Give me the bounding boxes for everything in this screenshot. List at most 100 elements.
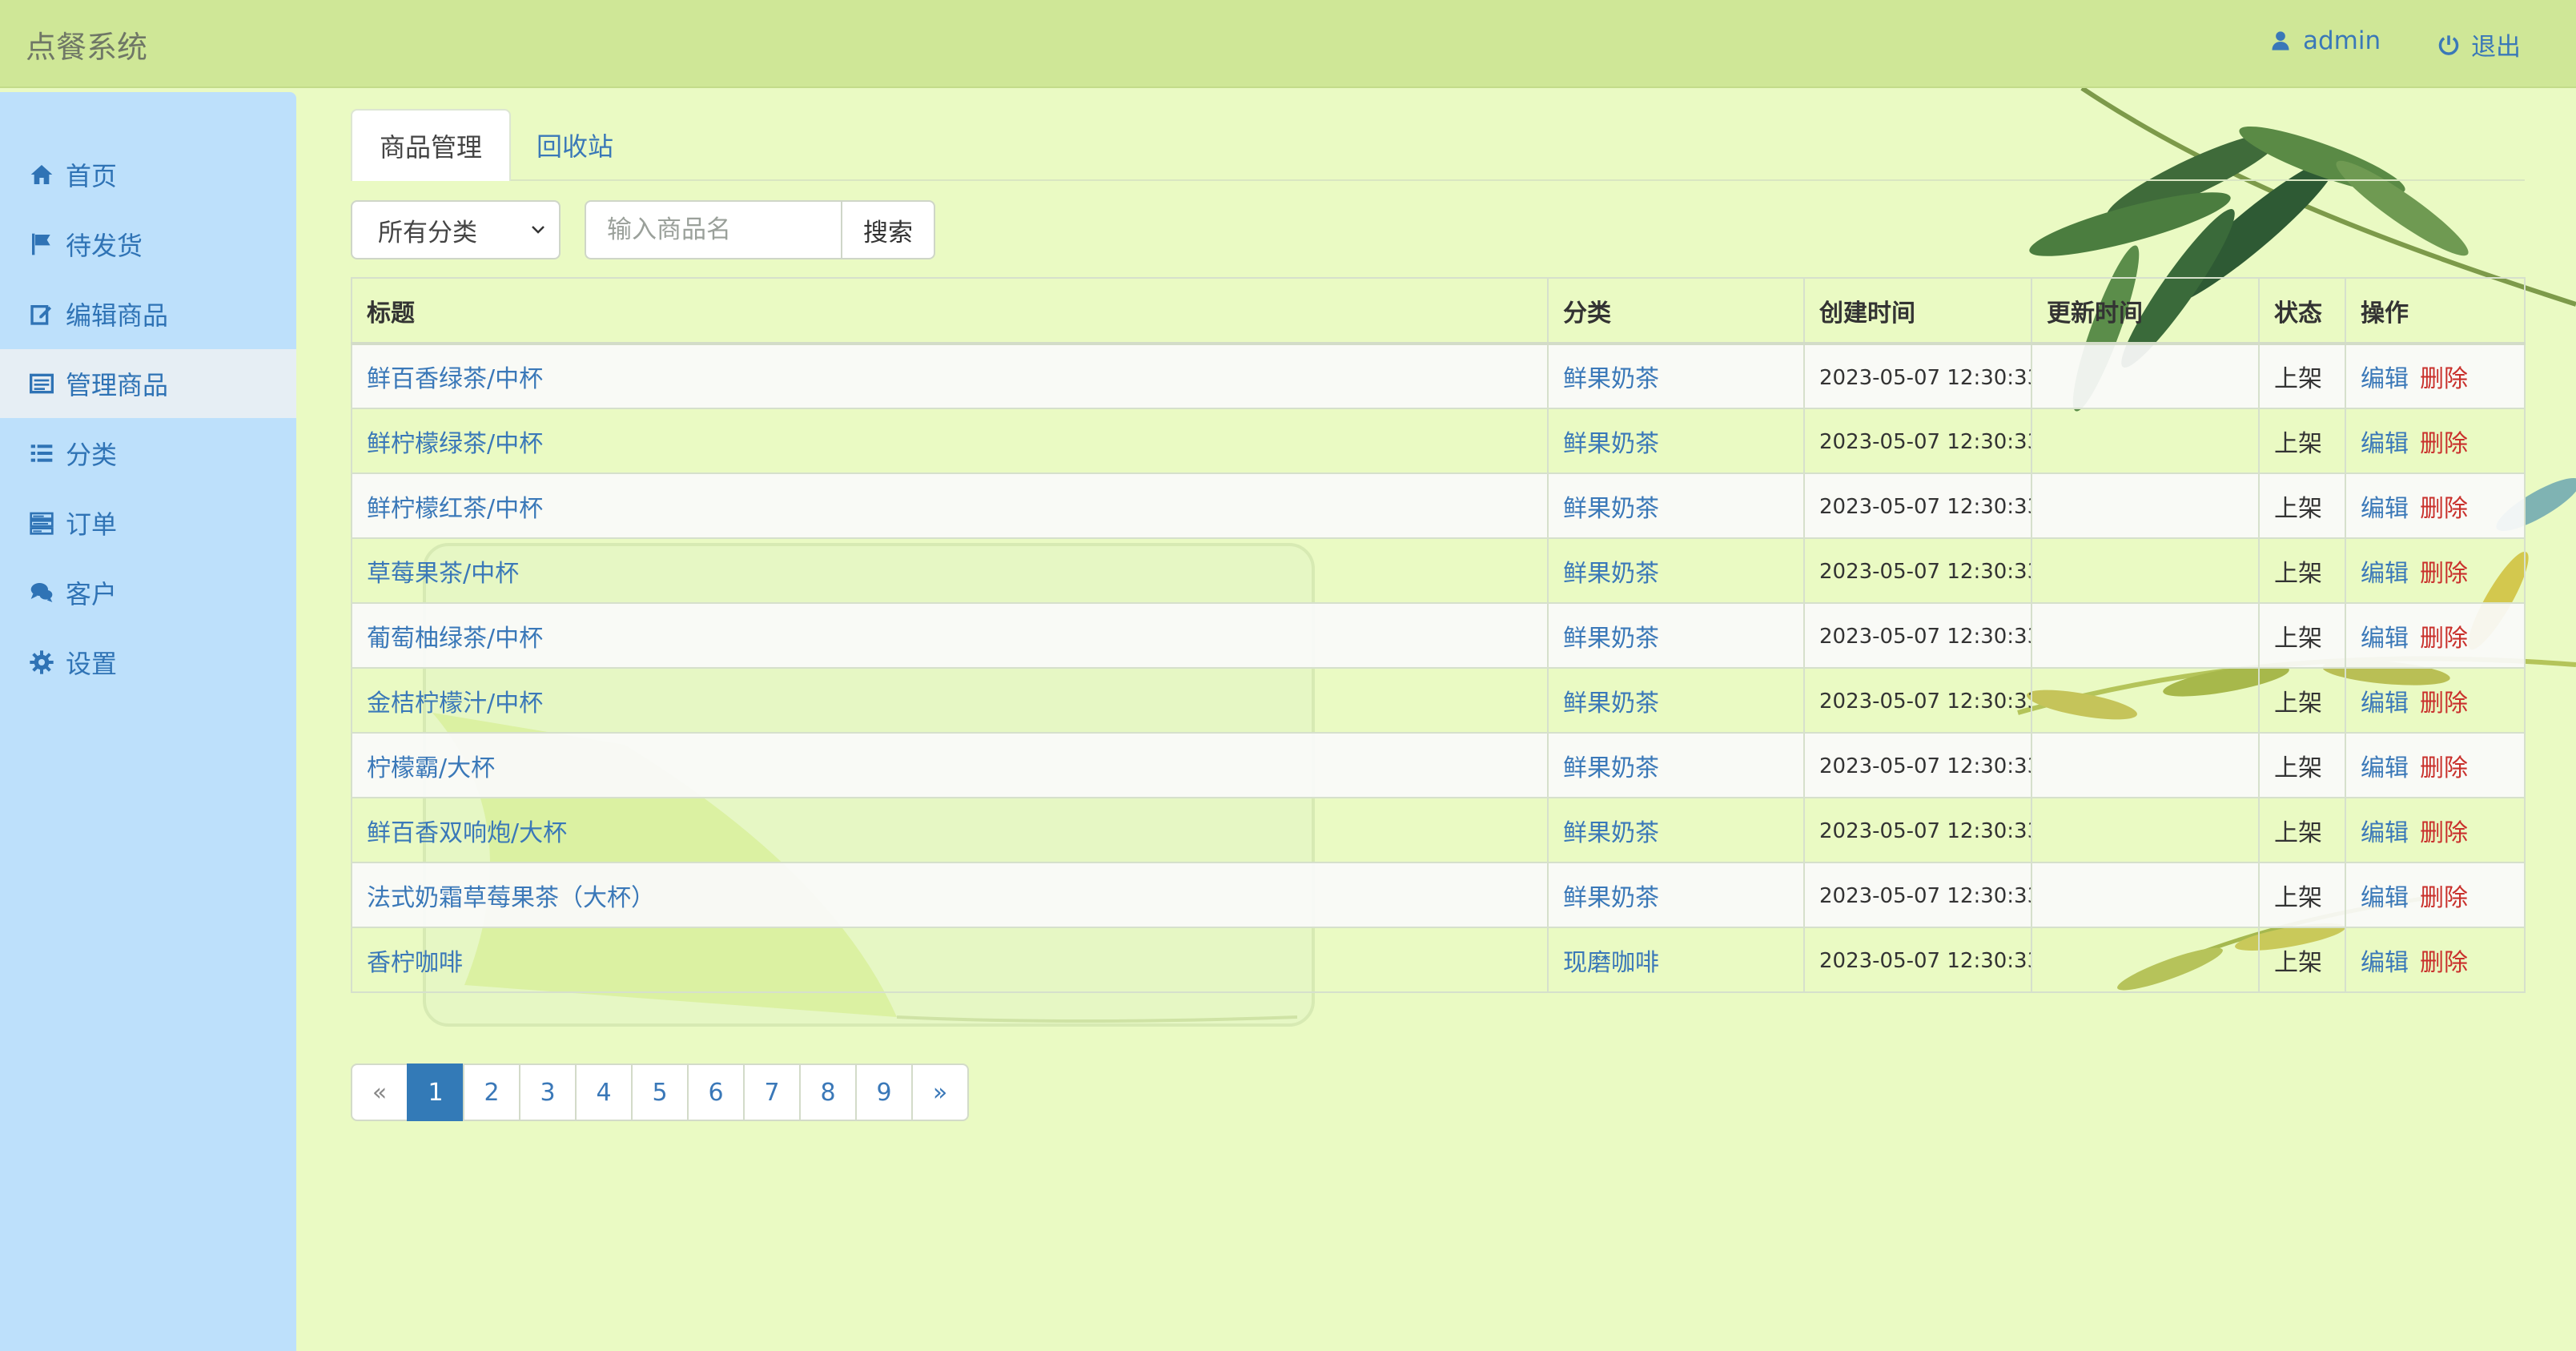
- status-text: 上架: [2274, 365, 2322, 393]
- sidebar-item-customers[interactable]: 客户: [0, 558, 296, 627]
- edit-link[interactable]: 编辑: [2361, 625, 2409, 653]
- created-time: 2023-05-07 12:30:33: [1819, 560, 2031, 584]
- product-category-link[interactable]: 鲜果奶茶: [1563, 690, 1659, 718]
- delete-link[interactable]: 删除: [2420, 690, 2468, 718]
- sidebar-item-settings[interactable]: 设置: [0, 628, 296, 697]
- table-row: 葡萄柚绿茶/中杯 鲜果奶茶 2023-05-07 12:30:33 上架 编辑删…: [351, 602, 2526, 669]
- product-category-link[interactable]: 鲜果奶茶: [1563, 430, 1659, 458]
- product-title-link[interactable]: 鲜百香双响炮/大杯: [367, 819, 567, 847]
- delete-link[interactable]: 删除: [2420, 884, 2468, 912]
- pagination-prev[interactable]: «: [351, 1064, 408, 1121]
- product-title-link[interactable]: 鲜百香绿茶/中杯: [367, 365, 543, 393]
- pagination-page[interactable]: 5: [631, 1064, 689, 1121]
- list-icon: [29, 440, 54, 466]
- category-select[interactable]: 所有分类: [351, 200, 561, 259]
- sidebar-item-orders[interactable]: 订单: [0, 489, 296, 557]
- header-created-time: 创建时间: [1803, 277, 2032, 345]
- sidebar-item-edit-product[interactable]: 编辑商品: [0, 279, 296, 348]
- sidebar-item-home[interactable]: 首页: [0, 140, 296, 209]
- status-text: 上架: [2274, 948, 2322, 977]
- status-text: 上架: [2274, 754, 2322, 782]
- pagination-next[interactable]: »: [911, 1064, 969, 1121]
- header-status: 状态: [2258, 277, 2346, 345]
- product-category-link[interactable]: 鲜果奶茶: [1563, 495, 1659, 523]
- pagination-page[interactable]: 4: [575, 1064, 633, 1121]
- product-category-link[interactable]: 鲜果奶茶: [1563, 754, 1659, 782]
- delete-link[interactable]: 删除: [2420, 365, 2468, 393]
- product-title-link[interactable]: 鲜柠檬红茶/中杯: [367, 495, 543, 523]
- edit-link[interactable]: 编辑: [2361, 365, 2409, 393]
- product-category-link[interactable]: 鲜果奶茶: [1563, 819, 1659, 847]
- product-search-input[interactable]: [585, 200, 842, 259]
- sidebar-item-label: 首页: [66, 161, 118, 191]
- chevron-down-icon: [532, 226, 545, 234]
- sidebar-item-pending-shipment[interactable]: 待发货: [0, 210, 296, 279]
- sidebar-item-label: 管理商品: [66, 370, 169, 400]
- edit-link[interactable]: 编辑: [2361, 754, 2409, 782]
- delete-link[interactable]: 删除: [2420, 560, 2468, 588]
- tasks-icon: [29, 510, 54, 536]
- created-time: 2023-05-07 12:30:33: [1819, 949, 2031, 973]
- edit-icon: [29, 301, 54, 327]
- pagination-page[interactable]: 3: [519, 1064, 577, 1121]
- pagination-page[interactable]: 8: [799, 1064, 857, 1121]
- app-title[interactable]: 点餐系统: [26, 22, 147, 66]
- tab-product-management[interactable]: 商品管理: [351, 109, 512, 181]
- product-title-link[interactable]: 法式奶霜草莓果茶（大杯）: [367, 884, 655, 912]
- edit-link[interactable]: 编辑: [2361, 495, 2409, 523]
- created-time: 2023-05-07 12:30:33: [1819, 430, 2031, 454]
- home-icon: [29, 162, 54, 187]
- edit-link[interactable]: 编辑: [2361, 430, 2409, 458]
- product-title-link[interactable]: 柠檬霸/大杯: [367, 754, 495, 782]
- sidebar-item-label: 设置: [66, 649, 118, 679]
- product-title-link[interactable]: 香柠咖啡: [367, 949, 463, 977]
- delete-link[interactable]: 删除: [2420, 430, 2468, 458]
- tab-recycle-bin[interactable]: 回收站: [509, 109, 641, 181]
- product-title-link[interactable]: 金桔柠檬汁/中杯: [367, 690, 543, 718]
- created-time: 2023-05-07 12:30:33: [1819, 754, 2031, 778]
- search-button[interactable]: 搜索: [841, 200, 935, 259]
- category-select-value: 所有分类: [378, 218, 477, 247]
- delete-link[interactable]: 删除: [2420, 495, 2468, 523]
- status-text: 上架: [2274, 883, 2322, 912]
- pagination-page[interactable]: 2: [463, 1064, 520, 1121]
- product-category-link[interactable]: 鲜果奶茶: [1563, 625, 1659, 653]
- pagination-page[interactable]: 7: [743, 1064, 801, 1121]
- delete-link[interactable]: 删除: [2420, 949, 2468, 977]
- product-category-link[interactable]: 鲜果奶茶: [1563, 560, 1659, 588]
- edit-link[interactable]: 编辑: [2361, 819, 2409, 847]
- product-category-link[interactable]: 鲜果奶茶: [1563, 884, 1659, 912]
- product-category-link[interactable]: 鲜果奶茶: [1563, 365, 1659, 393]
- logout-label: 退出: [2471, 33, 2521, 62]
- edit-link[interactable]: 编辑: [2361, 690, 2409, 718]
- user-menu[interactable]: admin: [2269, 26, 2381, 55]
- product-title-link[interactable]: 鲜柠檬绿茶/中杯: [367, 430, 543, 458]
- user-name: admin: [2303, 26, 2381, 55]
- edit-link[interactable]: 编辑: [2361, 884, 2409, 912]
- sidebar-item-label: 订单: [66, 509, 118, 540]
- sidebar-item-manage-products[interactable]: 管理商品: [0, 349, 296, 418]
- delete-link[interactable]: 删除: [2420, 625, 2468, 653]
- status-text: 上架: [2274, 624, 2322, 653]
- pagination-page[interactable]: 1: [407, 1064, 464, 1121]
- sidebar: 首页 待发货 编辑商品 管理商品 分类 订单 客户 设置: [0, 92, 296, 1351]
- logout-link[interactable]: 退出: [2437, 26, 2521, 62]
- status-text: 上架: [2274, 429, 2322, 458]
- header-category: 分类: [1547, 277, 1805, 345]
- sidebar-item-categories[interactable]: 分类: [0, 419, 296, 488]
- pagination-page[interactable]: 6: [687, 1064, 745, 1121]
- edit-link[interactable]: 编辑: [2361, 949, 2409, 977]
- delete-link[interactable]: 删除: [2420, 819, 2468, 847]
- table-row: 鲜柠檬绿茶/中杯 鲜果奶茶 2023-05-07 12:30:33 上架 编辑删…: [351, 408, 2526, 474]
- product-title-link[interactable]: 葡萄柚绿茶/中杯: [367, 625, 543, 653]
- product-category-link[interactable]: 现磨咖啡: [1563, 949, 1659, 977]
- user-icon: [2272, 31, 2289, 50]
- header-title: 标题: [351, 277, 1549, 345]
- edit-link[interactable]: 编辑: [2361, 560, 2409, 588]
- list-alt-icon: [29, 371, 54, 396]
- product-title-link[interactable]: 草莓果茶/中杯: [367, 560, 519, 588]
- table-header-row: 标题 分类 创建时间 更新时间 状态 操作: [351, 277, 2526, 345]
- status-text: 上架: [2274, 559, 2322, 588]
- delete-link[interactable]: 删除: [2420, 754, 2468, 782]
- pagination-page[interactable]: 9: [855, 1064, 913, 1121]
